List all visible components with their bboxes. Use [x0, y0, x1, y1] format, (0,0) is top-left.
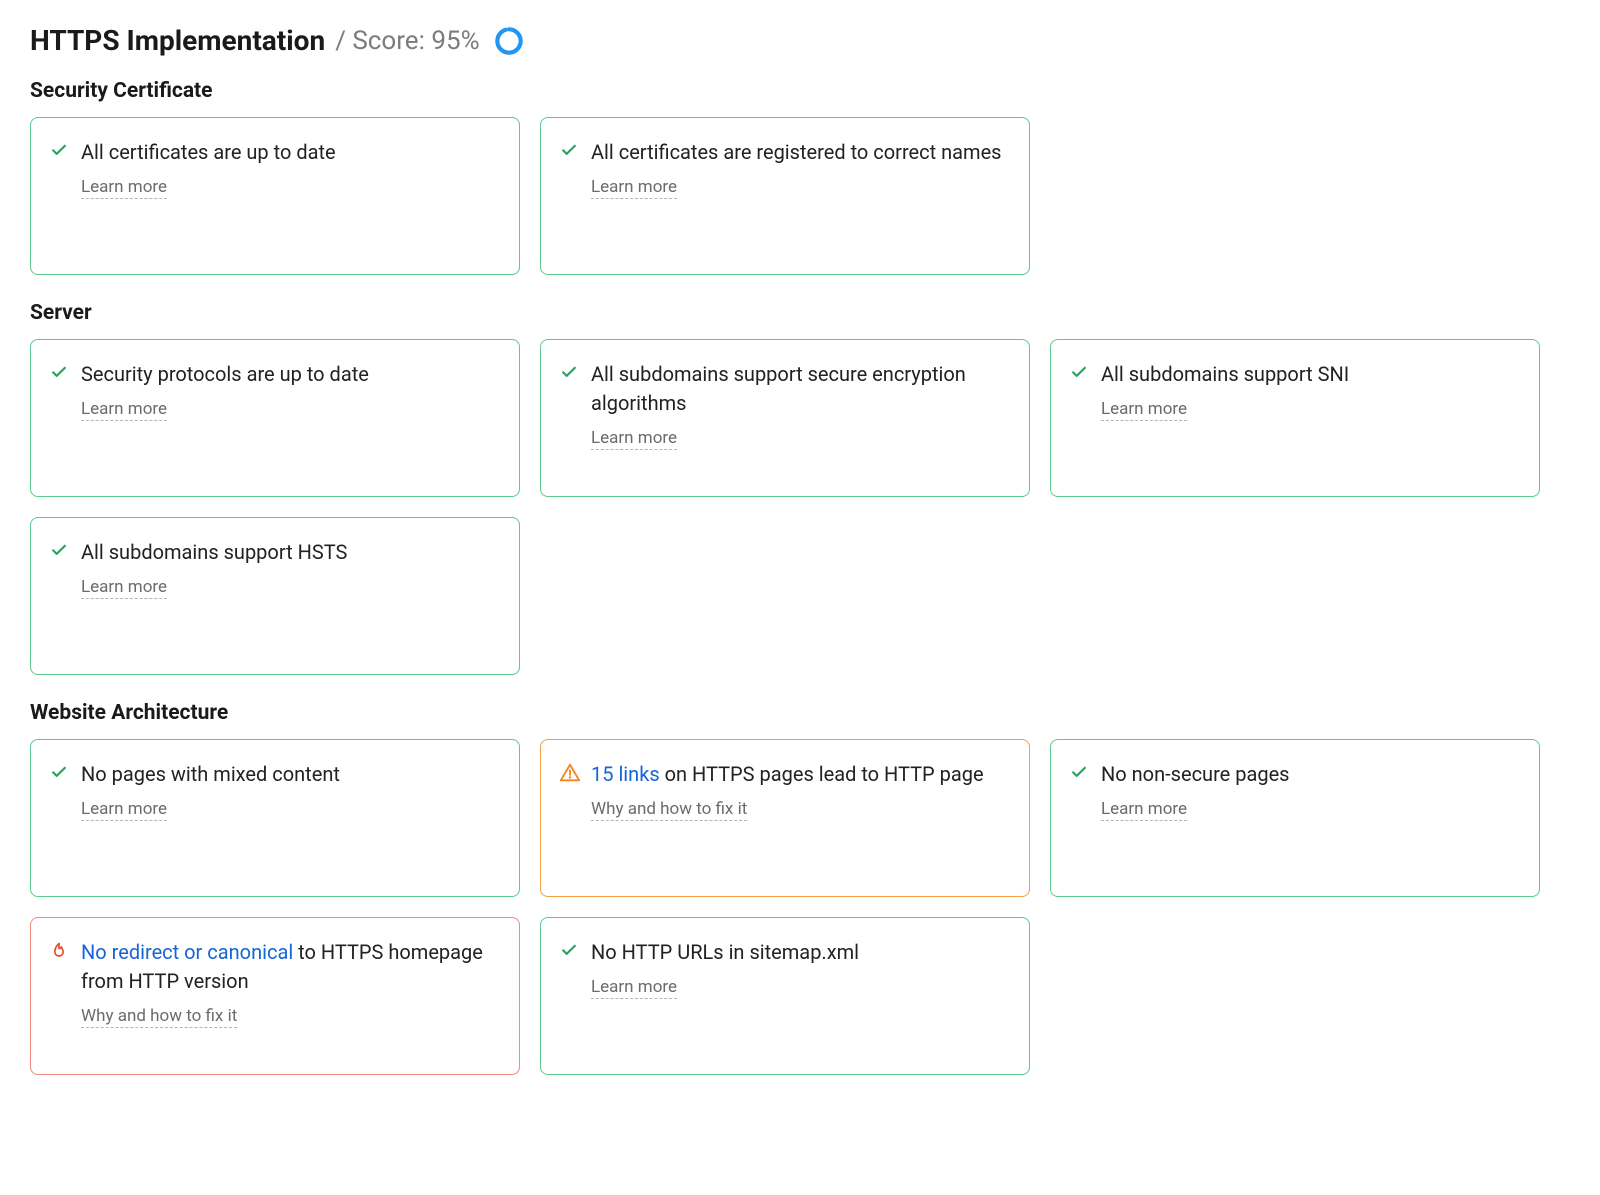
check-icon	[1069, 362, 1091, 384]
card-body: No redirect or canonical to HTTPS homepa…	[81, 938, 497, 1054]
card-text: 15 links on HTTPS pages lead to HTTP pag…	[591, 760, 1007, 789]
check-icon	[49, 762, 71, 784]
learn-more-link[interactable]: Learn more	[1101, 399, 1187, 421]
card-text: All subdomains support SNI	[1101, 360, 1517, 389]
check-icon	[49, 540, 71, 562]
learn-more-link[interactable]: Learn more	[81, 399, 167, 421]
learn-more-link[interactable]: Learn more	[591, 977, 677, 999]
check-icon	[559, 940, 581, 962]
learn-more-link[interactable]: Learn more	[81, 177, 167, 199]
audit-card: All subdomains support secure encryption…	[540, 339, 1030, 497]
card-body: All subdomains support secure encryption…	[591, 360, 1007, 476]
section: Server Security protocols are up to date L…	[30, 301, 1570, 675]
fire-icon	[49, 940, 71, 962]
card-text: All subdomains support HSTS	[81, 538, 497, 567]
learn-more-link[interactable]: Learn more	[591, 428, 677, 450]
score-prefix: / Score:	[335, 26, 431, 56]
score-value: 95%	[431, 26, 479, 56]
card-text: Security protocols are up to date	[81, 360, 497, 389]
page-header: HTTPS Implementation / Score: 95%	[30, 24, 1570, 57]
card-body: All subdomains support SNI Learn more	[1101, 360, 1517, 476]
audit-card: No non-secure pages Learn more	[1050, 739, 1540, 897]
page-title: HTTPS Implementation	[30, 24, 325, 57]
card-issue-link[interactable]: 15 links	[591, 762, 660, 786]
section-heading: Website Architecture	[30, 701, 1570, 725]
learn-more-link[interactable]: Learn more	[1101, 799, 1187, 821]
fix-it-link[interactable]: Why and how to fix it	[591, 799, 747, 821]
section-heading: Security Certificate	[30, 79, 1570, 103]
card-body: No HTTP URLs in sitemap.xml Learn more	[591, 938, 1007, 1054]
score-label: / Score: 95%	[335, 26, 479, 56]
check-icon	[559, 362, 581, 384]
audit-card: All subdomains support HSTS Learn more	[30, 517, 520, 675]
card-body: No pages with mixed content Learn more	[81, 760, 497, 876]
check-icon	[559, 140, 581, 162]
card-text: All certificates are registered to corre…	[591, 138, 1007, 167]
card-body: All subdomains support HSTS Learn more	[81, 538, 497, 654]
card-grid: No pages with mixed content Learn more 15 …	[30, 739, 1570, 1075]
section: Website Architecture No pages with mixed …	[30, 701, 1570, 1075]
card-text: No HTTP URLs in sitemap.xml	[591, 938, 1007, 967]
card-issue-link[interactable]: No redirect or canonical	[81, 940, 293, 964]
card-body: No non-secure pages Learn more	[1101, 760, 1517, 876]
card-text-after: on HTTPS pages lead to HTTP page	[660, 762, 984, 786]
audit-card: All subdomains support SNI Learn more	[1050, 339, 1540, 497]
audit-card: All certificates are registered to corre…	[540, 117, 1030, 275]
learn-more-link[interactable]: Learn more	[81, 577, 167, 599]
section: Security Certificate All certificates are…	[30, 79, 1570, 275]
audit-card: 15 links on HTTPS pages lead to HTTP pag…	[540, 739, 1030, 897]
check-icon	[49, 140, 71, 162]
audit-card: No HTTP URLs in sitemap.xml Learn more	[540, 917, 1030, 1075]
card-text: All subdomains support secure encryption…	[591, 360, 1007, 418]
card-text: No redirect or canonical to HTTPS homepa…	[81, 938, 497, 996]
audit-card: No redirect or canonical to HTTPS homepa…	[30, 917, 520, 1075]
card-body: All certificates are up to date Learn mor…	[81, 138, 497, 254]
score-donut-icon	[494, 26, 524, 56]
card-grid: All certificates are up to date Learn mor…	[30, 117, 1570, 275]
card-grid: Security protocols are up to date Learn m…	[30, 339, 1570, 675]
audit-card: All certificates are up to date Learn mor…	[30, 117, 520, 275]
card-body: 15 links on HTTPS pages lead to HTTP pag…	[591, 760, 1007, 876]
fix-it-link[interactable]: Why and how to fix it	[81, 1006, 237, 1028]
card-text: No pages with mixed content	[81, 760, 497, 789]
audit-card: No pages with mixed content Learn more	[30, 739, 520, 897]
card-text: All certificates are up to date	[81, 138, 497, 167]
card-body: Security protocols are up to date Learn m…	[81, 360, 497, 476]
check-icon	[49, 362, 71, 384]
card-body: All certificates are registered to corre…	[591, 138, 1007, 254]
audit-card: Security protocols are up to date Learn m…	[30, 339, 520, 497]
warning-icon	[559, 762, 581, 784]
section-heading: Server	[30, 301, 1570, 325]
check-icon	[1069, 762, 1091, 784]
card-text: No non-secure pages	[1101, 760, 1517, 789]
learn-more-link[interactable]: Learn more	[591, 177, 677, 199]
learn-more-link[interactable]: Learn more	[81, 799, 167, 821]
